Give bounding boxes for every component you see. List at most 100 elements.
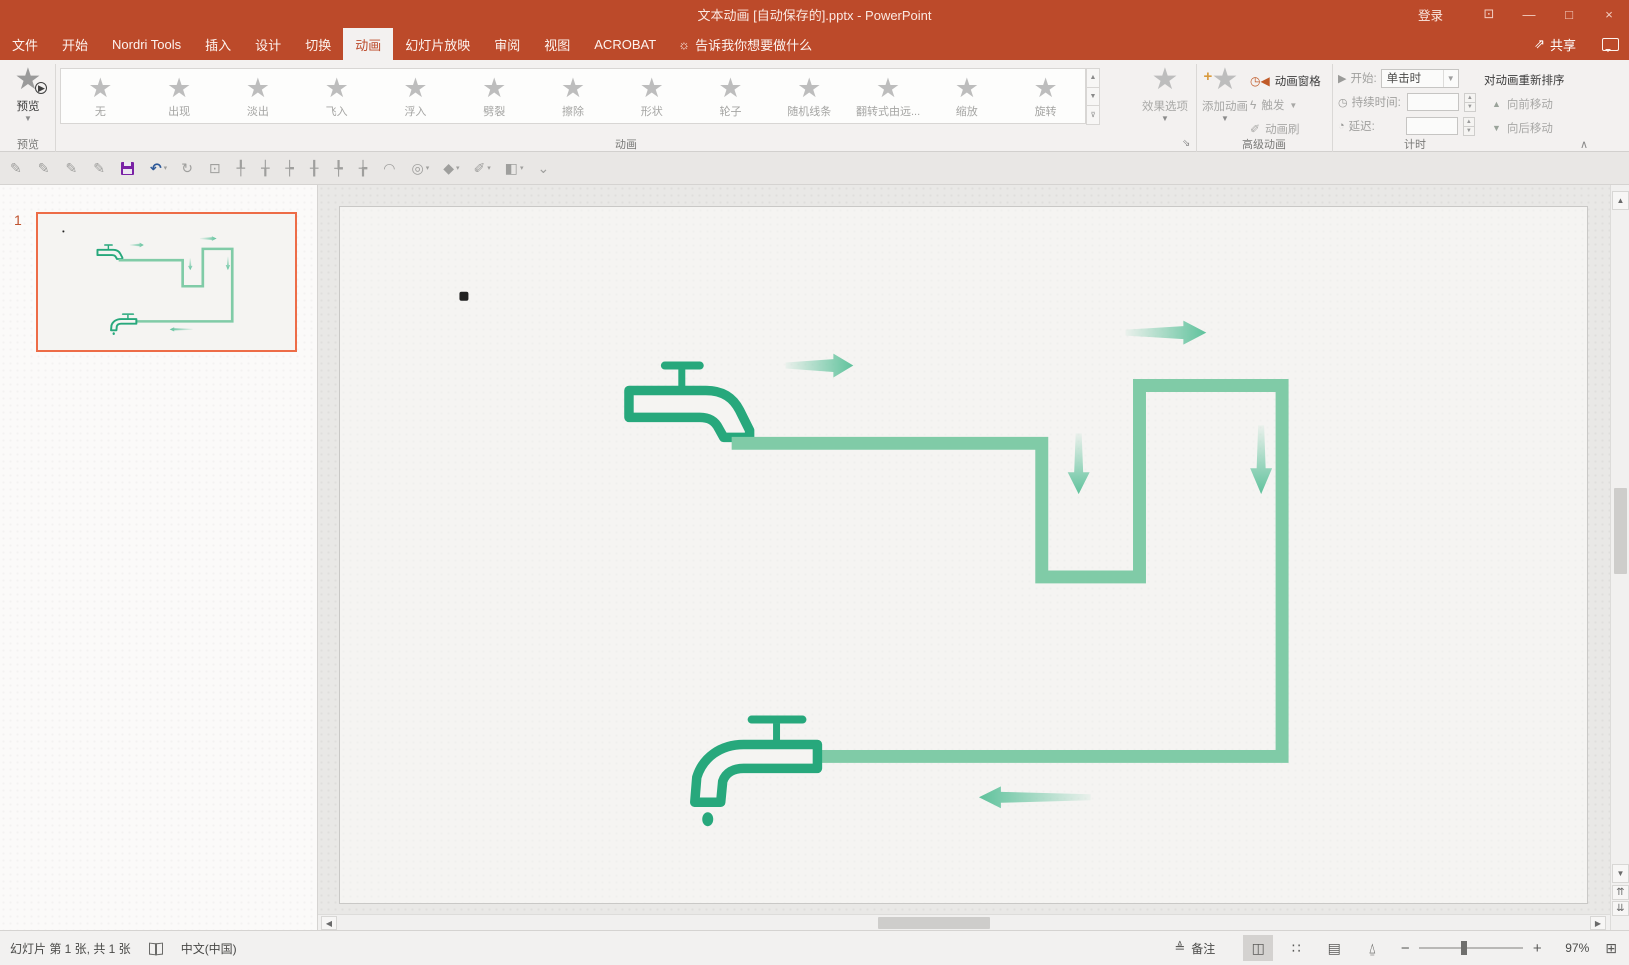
tab-view[interactable]: 视图 xyxy=(532,28,582,60)
animation-pane-button[interactable]: ◷◀ 动画窗格 xyxy=(1250,70,1321,92)
align-center-icon[interactable]: ╂ xyxy=(310,160,320,176)
delay-spin-buttons[interactable]: ▲▼ xyxy=(1463,117,1475,135)
distribute-vertical-icon[interactable]: ╆ xyxy=(359,160,369,176)
align-bottom-icon[interactable]: ╁ xyxy=(261,160,271,176)
notes-button[interactable]: ≜ 备注 xyxy=(1174,940,1215,957)
vertical-scroll-thumb[interactable] xyxy=(1614,488,1627,574)
tell-me-box[interactable]: ☼ 告诉我你想要做什么 xyxy=(668,28,822,60)
scroll-left-button[interactable]: ◀ xyxy=(321,916,337,930)
collapse-ribbon-button[interactable]: ∧ xyxy=(1580,138,1588,151)
tab-slideshow[interactable]: 幻灯片放映 xyxy=(393,28,482,60)
trigger-button[interactable]: ϟ 触发 ▼ xyxy=(1250,94,1297,116)
anim-spin[interactable]: ★ 旋转 xyxy=(1006,69,1085,123)
next-slide-button[interactable]: ⇊ xyxy=(1612,901,1629,916)
anim-random-bars[interactable]: ★ 随机线条 xyxy=(770,69,849,123)
duration-spin-buttons[interactable]: ▲▼ xyxy=(1464,93,1476,111)
anim-split[interactable]: ★ 劈裂 xyxy=(455,69,534,123)
animation-star-icon: ★ xyxy=(325,74,349,102)
move-earlier-button[interactable]: ▲ 向前移动 xyxy=(1492,96,1553,112)
anim-fade[interactable]: ★ 淡出 xyxy=(219,69,298,123)
animation-dialog-launcher-icon[interactable]: ⇘ xyxy=(1182,138,1190,149)
slide-thumbnail[interactable] xyxy=(36,212,297,352)
slide-canvas[interactable] xyxy=(339,206,1588,904)
view-slideshow-button[interactable]: ⍙ xyxy=(1357,935,1387,961)
tab-transitions[interactable]: 切换 xyxy=(293,28,343,60)
duration-input[interactable] xyxy=(1407,93,1459,111)
duration-clock-icon: ◷ xyxy=(1338,96,1348,109)
gallery-scroll-up-button[interactable]: ▲ xyxy=(1086,68,1100,88)
delay-input[interactable] xyxy=(1406,117,1458,135)
tab-acrobat[interactable]: ACROBAT xyxy=(582,28,668,60)
anim-fly-rotate[interactable]: ★ 翻转式由远... xyxy=(849,69,928,123)
language-indicator[interactable]: 中文(中国) xyxy=(181,940,237,957)
effect-options-button[interactable]: ★ 效果选项 ▼ xyxy=(1136,64,1194,134)
add-animation-button[interactable]: +★ 添加动画 ▼ xyxy=(1198,64,1252,134)
close-button[interactable]: × xyxy=(1589,0,1629,28)
anim-none[interactable]: ★ 无 xyxy=(61,69,140,123)
anim-zoom[interactable]: ★ 缩放 xyxy=(927,69,1006,123)
qat-more-icon[interactable]: ⌄ xyxy=(538,160,552,176)
start-slideshow-icon[interactable]: ⊡ xyxy=(209,160,223,176)
scroll-down-button[interactable]: ▼ xyxy=(1612,864,1629,883)
save-icon[interactable] xyxy=(121,162,136,175)
rotate-icon[interactable]: ◠ xyxy=(383,160,397,176)
zoom-slider-handle[interactable] xyxy=(1461,941,1467,955)
preview-button[interactable]: ★▶ 预览 ▼ xyxy=(6,64,50,132)
login-button[interactable]: 登录 xyxy=(1418,5,1443,24)
view-reading-button[interactable]: ▤ xyxy=(1319,935,1349,961)
shape-subtract-icon[interactable]: ◧ ▾ xyxy=(505,160,524,176)
undo-icon[interactable]: ↶ ▾ xyxy=(150,160,167,176)
horizontal-scroll-thumb[interactable] xyxy=(878,917,990,929)
distribute-horizontal-icon[interactable]: ╄ xyxy=(334,160,344,176)
align-top-icon[interactable]: ╀ xyxy=(237,160,247,176)
move-later-button[interactable]: ▼ 向后移动 xyxy=(1492,120,1553,136)
anim-float-in[interactable]: ★ 浮入 xyxy=(376,69,455,123)
zoom-in-button[interactable]: + xyxy=(1527,940,1547,957)
redo-icon[interactable]: ↻ xyxy=(181,160,195,176)
animation-star-icon: ★ xyxy=(561,74,585,102)
anim-appear[interactable]: ★ 出现 xyxy=(140,69,219,123)
slide-thumbnail-art xyxy=(38,214,295,350)
merge-shapes-icon[interactable]: ◎ ▾ xyxy=(412,160,430,176)
ribbon-display-options-button[interactable]: ⊡ xyxy=(1469,0,1509,28)
start-dropdown[interactable]: 单击时 ▼ xyxy=(1381,69,1459,88)
anim-wipe[interactable]: ★ 擦除 xyxy=(534,69,613,123)
anim-wheel[interactable]: ★ 轮子 xyxy=(691,69,770,123)
comments-icon[interactable] xyxy=(1602,38,1619,51)
align-right-icon[interactable]: ┾ xyxy=(286,160,296,176)
shape-fill-icon[interactable]: ◆ ▾ xyxy=(443,160,459,176)
zoom-slider[interactable] xyxy=(1419,947,1523,949)
previous-slide-button[interactable]: ⇈ xyxy=(1612,885,1629,900)
tab-design[interactable]: 设计 xyxy=(243,28,293,60)
shape-outline-icon[interactable]: ✐ ▾ xyxy=(474,160,491,176)
fit-slide-to-window-button[interactable]: ⊞ xyxy=(1605,940,1617,957)
gallery-more-button[interactable]: ⊽ xyxy=(1086,105,1100,125)
view-slide-sorter-button[interactable]: ∷ xyxy=(1281,935,1311,961)
eyedropper-icon-1[interactable]: ✎ xyxy=(10,160,24,176)
anim-fly-in[interactable]: ★ 飞入 xyxy=(297,69,376,123)
duration-row: ◷ 持续时间: ▲▼ xyxy=(1338,92,1476,112)
anim-shape[interactable]: ★ 形状 xyxy=(612,69,691,123)
gallery-scroll-down-button[interactable]: ▼ xyxy=(1086,87,1100,107)
scroll-right-button[interactable]: ▶ xyxy=(1590,916,1606,930)
tab-home[interactable]: 开始 xyxy=(50,28,100,60)
zoom-out-button[interactable]: − xyxy=(1395,940,1415,957)
maximize-button[interactable]: □ xyxy=(1549,0,1589,28)
scroll-up-button[interactable]: ▲ xyxy=(1612,191,1629,210)
tab-nordri-tools[interactable]: Nordri Tools xyxy=(100,28,193,60)
delay-clock-icon: ◔ xyxy=(1338,120,1345,132)
eyedropper-icon-3[interactable]: ✎ xyxy=(65,160,79,176)
tab-review[interactable]: 审阅 xyxy=(482,28,532,60)
tab-insert[interactable]: 插入 xyxy=(193,28,243,60)
eyedropper-icon-2[interactable]: ✎ xyxy=(38,160,52,176)
preview-dropdown-caret[interactable]: ▼ xyxy=(24,114,32,123)
zoom-level[interactable]: 97% xyxy=(1547,941,1589,955)
eyedropper-icon-4[interactable]: ✎ xyxy=(93,160,107,176)
share-button[interactable]: ⇗ 共享 xyxy=(1534,35,1576,54)
spell-check-icon[interactable] xyxy=(149,943,163,954)
minimize-button[interactable]: — xyxy=(1509,0,1549,28)
view-normal-button[interactable]: ◫ xyxy=(1243,935,1273,961)
tab-file[interactable]: 文件 xyxy=(0,28,50,60)
up-triangle-icon: ▲ xyxy=(1492,99,1501,109)
tab-animations[interactable]: 动画 xyxy=(343,28,393,60)
